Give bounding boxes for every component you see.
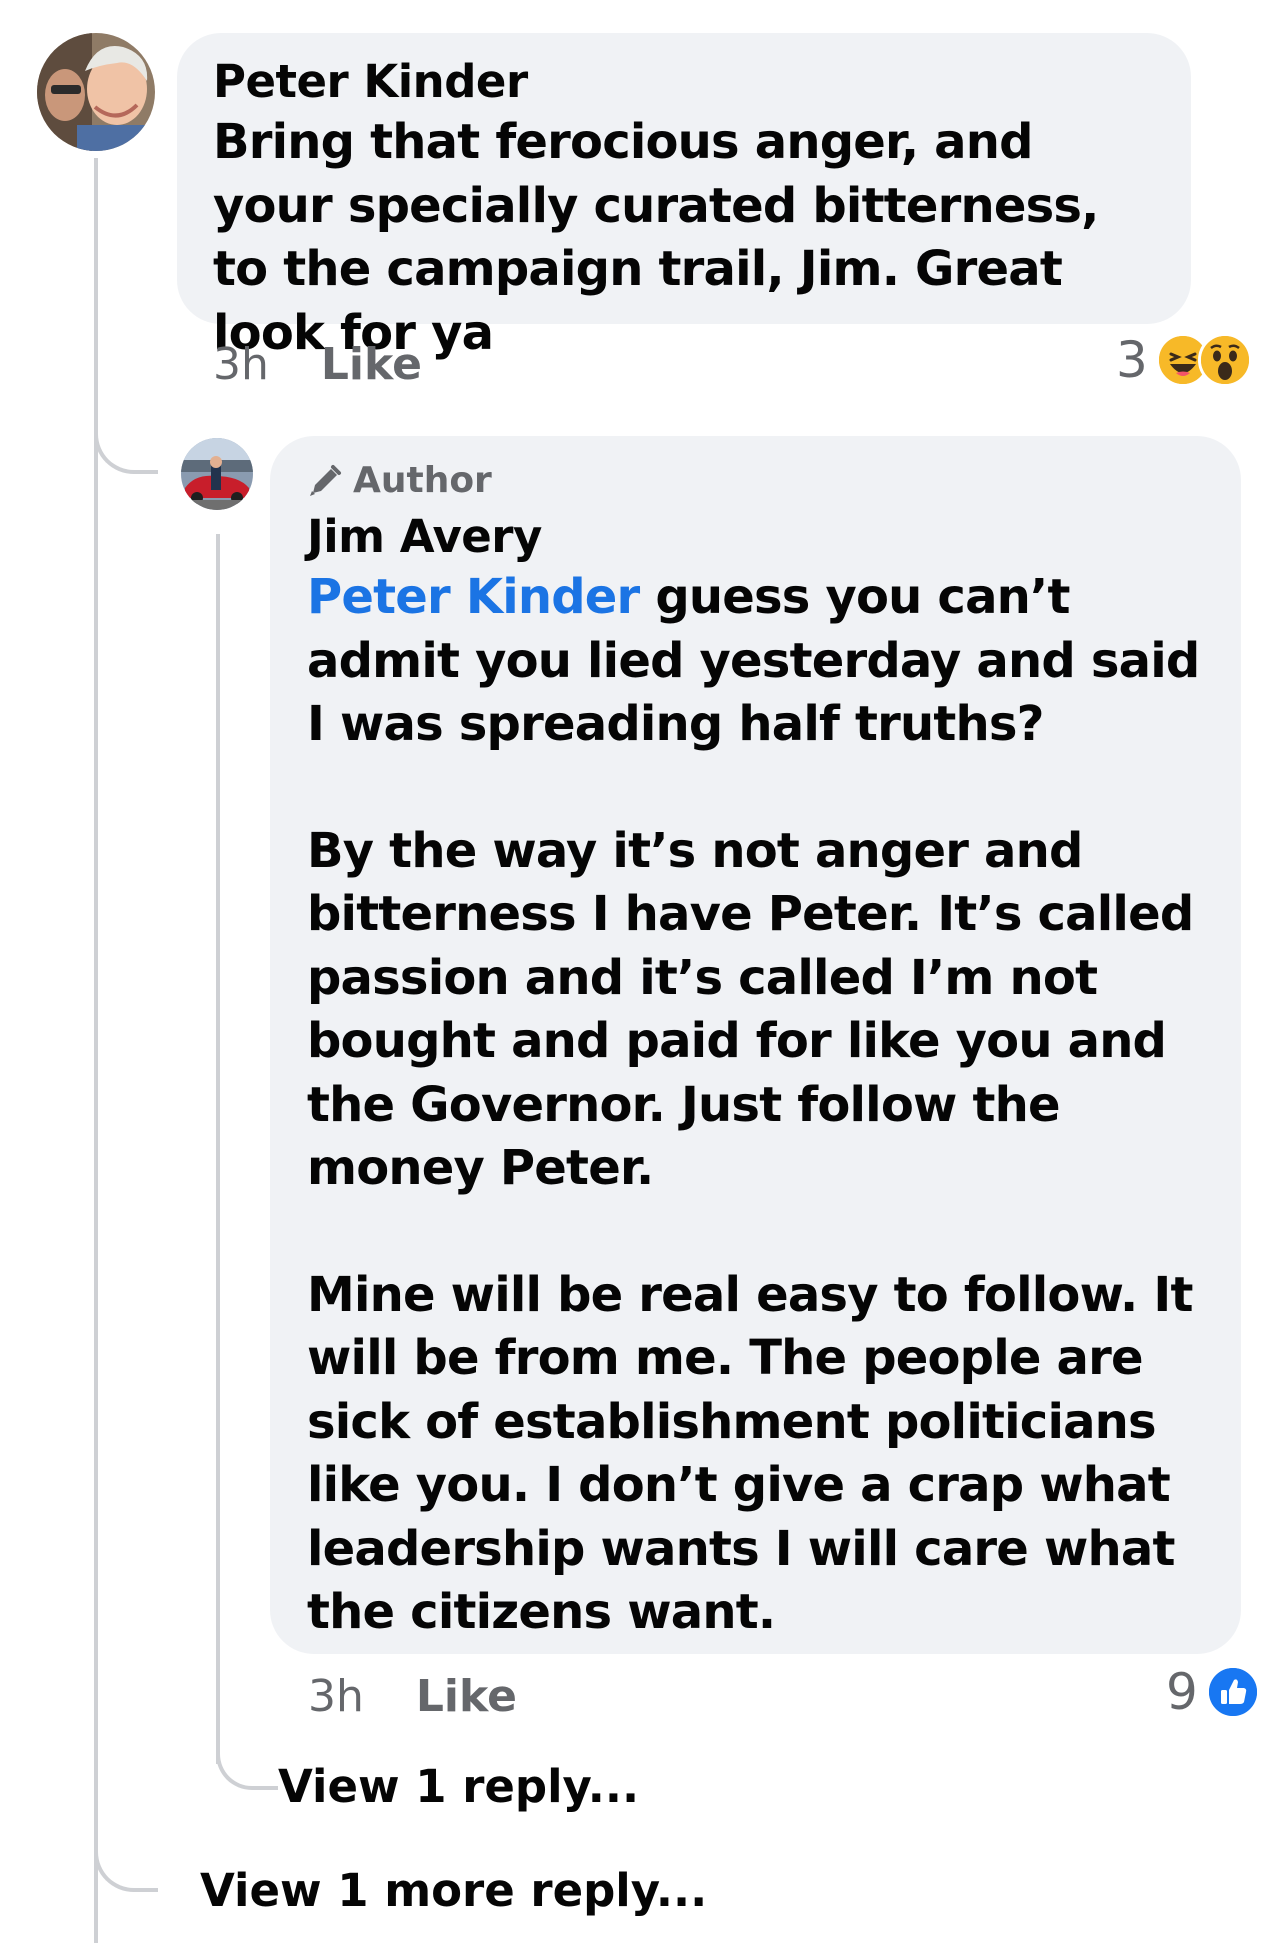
comment-text: Bring that ferocious anger, and your spe… [213,114,1115,361]
avatar-photo-icon [181,438,253,510]
thread-branch-more-reply [94,1818,158,1892]
reply-text-paragraph-3: Mine will be real easy to follow. It wil… [307,1266,1209,1641]
thread-branch-nested-reply [216,1730,278,1790]
reply-reactions[interactable]: 9 [1166,1665,1260,1719]
comment-meta: 3h Like [213,338,422,392]
reply-reaction-count: 9 [1166,1663,1198,1721]
avatar-jim-avery[interactable] [181,438,253,510]
mention-link[interactable]: Peter Kinder [307,569,640,625]
reply-meta: 3h Like [308,1670,517,1724]
comment-reactions[interactable]: 3 [1116,333,1252,387]
pencil-icon [310,465,341,496]
wow-icon [1197,333,1252,387]
reply-like-button[interactable]: Like [416,1670,517,1724]
view-more-reply-link[interactable]: View 1 more reply... [200,1863,707,1919]
comment-bubble: Peter Kinder Bring that ferocious anger,… [177,33,1191,361]
like-icon [1205,1665,1260,1719]
reply-text-paragraph-1: Peter Kinder guess you can’t admit you l… [307,566,1205,757]
avatar-photo-icon [37,33,155,151]
reply-text-paragraph-2: By the way it’s not anger and bitterness… [307,822,1210,1197]
view-nested-reply-link[interactable]: View 1 reply... [278,1759,639,1815]
avatar-peter-kinder[interactable] [37,33,155,151]
reply-author-name[interactable]: Jim Avery [307,508,1205,566]
thread-branch-reply [94,400,158,474]
reply-bubble: Author Jim Avery Peter Kinder guess you … [270,436,1241,1654]
reply-timestamp[interactable]: 3h [308,1670,364,1724]
comment-timestamp[interactable]: 3h [213,338,269,392]
comment-author-name[interactable]: Peter Kinder [213,53,1155,111]
thread-line-nested [216,534,220,1764]
author-badge-label: Author [353,460,492,501]
comment-reaction-count: 3 [1116,331,1148,389]
author-badge: Author [307,458,1205,504]
comment-like-button[interactable]: Like [321,338,422,392]
